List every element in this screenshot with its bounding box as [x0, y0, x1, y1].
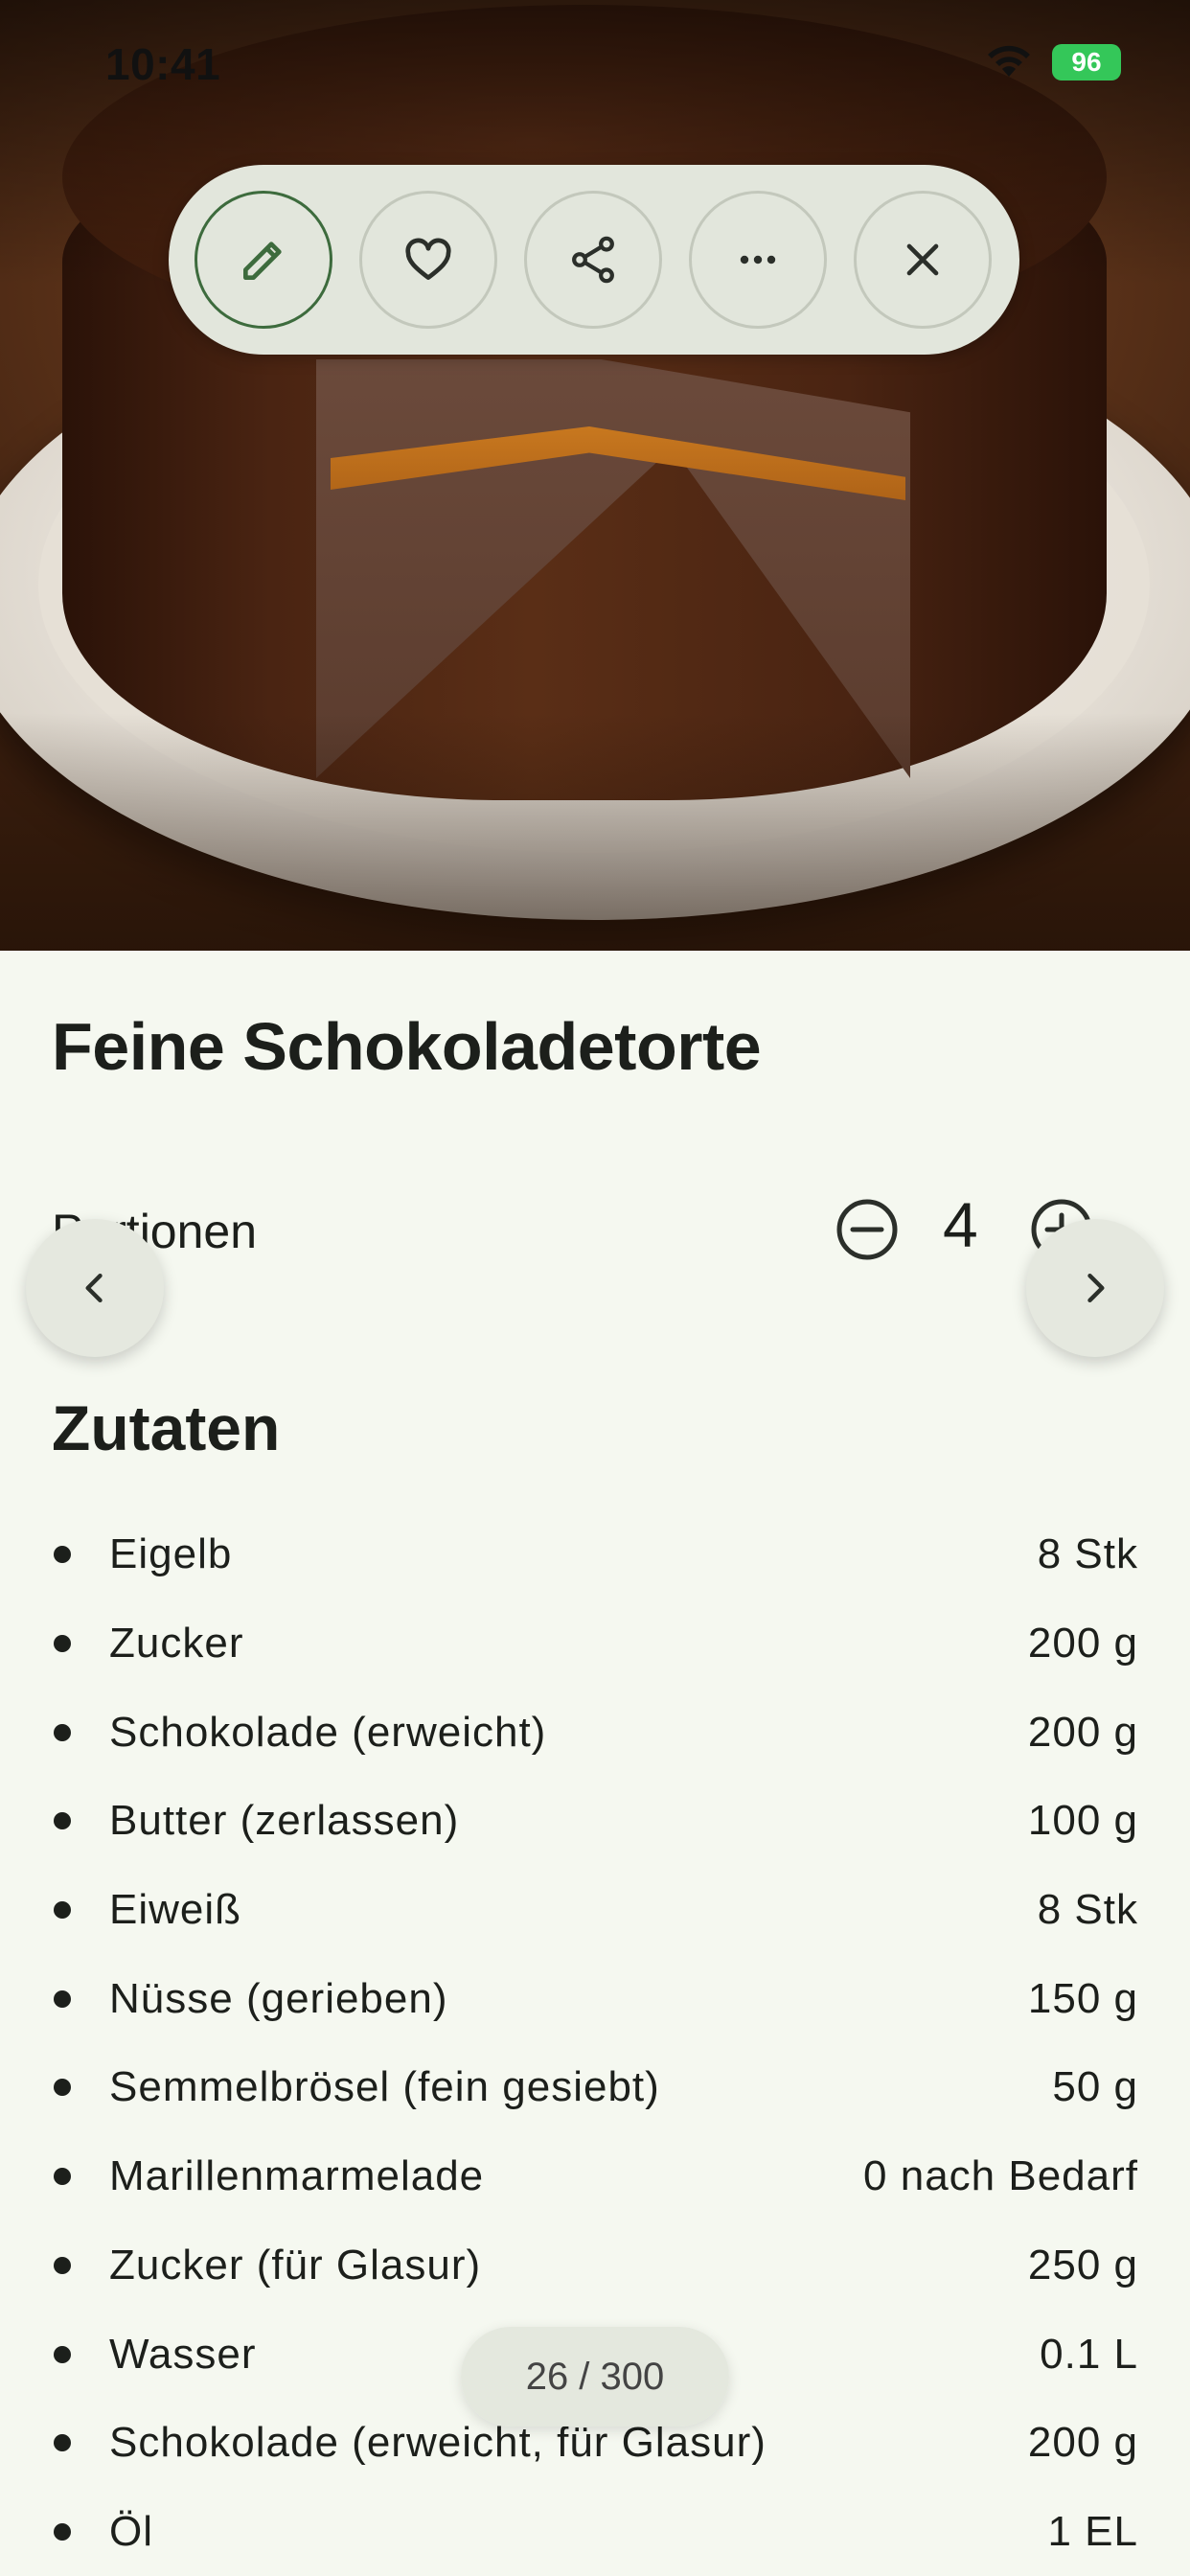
bullet — [54, 1635, 71, 1653]
ingredient-item: Butter (zerlassen) 100 g — [52, 1777, 1138, 1866]
ingredient-amount: 200 g — [1027, 1620, 1138, 1668]
share-icon — [572, 236, 614, 284]
more-button[interactable] — [689, 191, 827, 329]
ingredient-amount: 200 g — [1027, 1708, 1138, 1756]
photo-shade — [0, 0, 1190, 951]
bullet — [54, 2522, 71, 2541]
battery-level: 96 — [1071, 47, 1102, 77]
ingredient-amount: 0.1 L — [1040, 2330, 1138, 2378]
edit-button[interactable] — [195, 191, 332, 329]
close-icon — [906, 243, 939, 276]
ingredient-item: Nüsse (gerieben) 150 g — [52, 1954, 1138, 2043]
bullet — [54, 1546, 71, 1564]
ingredient-item: Zucker 200 g — [52, 1599, 1138, 1689]
favorite-button[interactable] — [359, 191, 497, 329]
status-bar: 10:41 96 — [0, 0, 1190, 130]
more-icon — [740, 255, 776, 264]
ingredient-name: Zucker (für Glasur) — [109, 2241, 482, 2288]
ingredient-amount: 150 g — [1027, 1974, 1138, 2022]
ingredient-item: Öl 1 EL — [52, 2488, 1138, 2576]
previous-recipe-button[interactable] — [26, 1219, 164, 1357]
ingredient-item: Marillenmarmelade 0 nach Bedarf — [52, 2132, 1138, 2221]
heart-icon — [405, 238, 451, 280]
status-time: 10:41 — [105, 39, 221, 89]
ingredient-name: Marillenmarmelade — [109, 2152, 485, 2200]
chevron-left-icon — [85, 1273, 103, 1303]
battery-icon: 96 — [1052, 44, 1121, 80]
ingredient-item: Semmelbrösel (fein gesiebt) 50 g — [52, 2043, 1138, 2132]
ingredient-name: Butter (zerlassen) — [109, 1797, 460, 1845]
recipe-photo — [0, 0, 1190, 951]
recipe-title: Feine Schokoladetorte — [52, 1009, 762, 1084]
action-toolbar — [169, 165, 1019, 355]
ingredient-amount: 1 EL — [1047, 2507, 1138, 2555]
bullet — [54, 2434, 71, 2452]
ingredient-name: Öl — [109, 2507, 153, 2555]
ingredient-name: Schokolade (erweicht) — [109, 1708, 547, 1756]
ingredient-amount: 8 Stk — [1037, 1530, 1138, 1578]
ingredient-item: Eiweiß 8 Stk — [52, 1866, 1138, 1955]
bullet — [54, 2256, 71, 2274]
ingredient-amount: 100 g — [1027, 1797, 1138, 1845]
ingredient-amount: 8 Stk — [1037, 1886, 1138, 1934]
ingredient-item: Schokolade (erweicht) 200 g — [52, 1688, 1138, 1777]
ingredient-amount: 0 nach Bedarf — [863, 2152, 1138, 2200]
decrease-portions-button[interactable] — [835, 1198, 899, 1261]
ingredient-item: Eigelb 8 Stk — [52, 1510, 1138, 1599]
ingredient-amount: 50 g — [1052, 2063, 1138, 2111]
page-counter: 26 / 300 — [461, 2327, 729, 2426]
ingredient-name: Semmelbrösel (fein gesiebt) — [109, 2063, 660, 2111]
bullet — [54, 1723, 71, 1741]
bullet — [54, 1901, 71, 1920]
share-button[interactable] — [524, 191, 662, 329]
bullet — [54, 2168, 71, 2186]
ingredient-name: Eiweiß — [109, 1886, 242, 1934]
ingredient-name: Eigelb — [109, 1530, 233, 1578]
bullet — [54, 1990, 71, 2008]
ingredient-item: Zucker (für Glasur) 250 g — [52, 2221, 1138, 2311]
bullet — [54, 2079, 71, 2097]
ingredient-name: Zucker — [109, 1620, 244, 1668]
portions-value: 4 — [943, 1189, 978, 1260]
chevron-right-icon — [1087, 1273, 1105, 1303]
next-recipe-button[interactable] — [1026, 1219, 1164, 1357]
bullet — [54, 1812, 71, 1830]
bullet — [54, 2345, 71, 2363]
recipe-detail-screen: 10:41 96 Feine Schokoladetorte Portionen… — [0, 0, 1190, 2576]
close-button[interactable] — [854, 191, 992, 329]
ingredient-name: Wasser — [109, 2330, 257, 2378]
ingredients-heading: Zutaten — [52, 1392, 281, 1463]
pencil-icon — [242, 242, 282, 280]
wifi-icon — [988, 45, 1030, 77]
ingredient-amount: 250 g — [1027, 2241, 1138, 2288]
ingredient-name: Nüsse (gerieben) — [109, 1974, 448, 2022]
ingredient-amount: 200 g — [1027, 2419, 1138, 2467]
